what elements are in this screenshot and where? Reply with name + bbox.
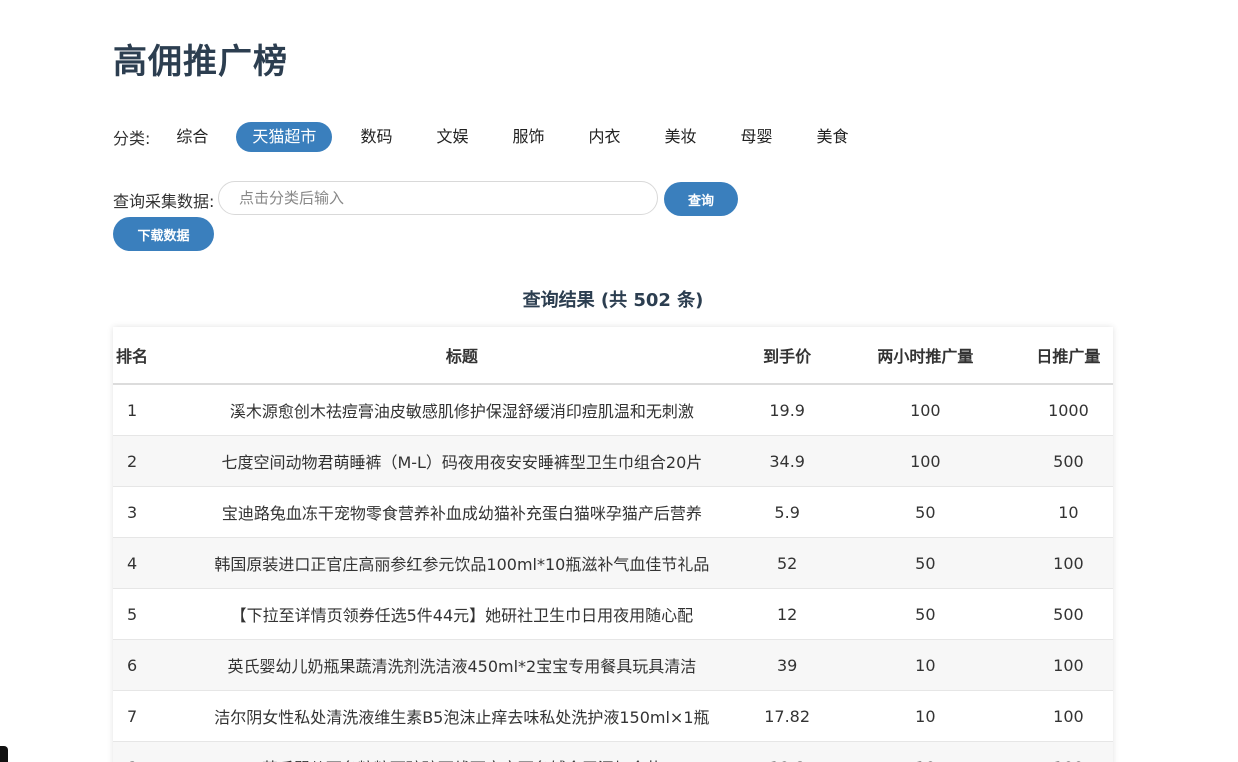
category-tab-baby[interactable]: 母婴 <box>725 122 789 152</box>
cell-two-hour: 50 <box>826 537 1024 589</box>
download-button[interactable]: 下载数据 <box>113 217 214 251</box>
cell-price: 5.9 <box>747 486 827 538</box>
header-rank: 排名 <box>113 327 177 385</box>
cell-title: 洁尔阴女性私处清洗液维生素B5泡沫止痒去味私处洗护液150ml×1瓶 <box>176 690 748 742</box>
cell-rank: 4 <box>113 537 177 589</box>
category-tab-beauty[interactable]: 美妆 <box>649 122 713 152</box>
cell-price: 34.9 <box>747 435 827 487</box>
page: 高佣推广榜 分类: 综合 天猫超市 数码 文娱 服饰 内衣 美妆 母婴 美食 查… <box>0 0 1238 762</box>
cell-rank: 6 <box>113 639 177 691</box>
cell-daily: 500 <box>1023 435 1113 487</box>
cell-daily: 500 <box>1023 588 1113 640</box>
category-tab-apparel[interactable]: 服饰 <box>496 122 560 152</box>
cell-rank: 1 <box>113 384 177 436</box>
cell-daily: 10 <box>1023 486 1113 538</box>
header-daily-promotions: 日推广量 <box>1023 327 1113 385</box>
header-title: 标题 <box>176 327 748 385</box>
query-button[interactable]: 查询 <box>664 182 738 216</box>
category-label: 分类: <box>113 129 151 148</box>
cell-rank: 5 <box>113 588 177 640</box>
results-table-container: 排名 标题 到手价 两小时推广量 日推广量 1 溪木源愈创木祛痘膏油皮敏感肌修护… <box>113 327 1113 762</box>
category-tab-food[interactable]: 美食 <box>801 122 865 152</box>
cell-daily: 100 <box>1023 741 1113 762</box>
category-tab-digital[interactable]: 数码 <box>344 122 408 152</box>
table-row: 8 英氏婴儿面条粒粒面碎碎面线面宝宝面条辅食无添加食盐 19.8 10 100 <box>113 741 1113 762</box>
category-tab-zonghe[interactable]: 综合 <box>160 122 224 152</box>
table-row: 2 七度空间动物君萌睡裤（M-L）码夜用夜安安睡裤型卫生巾组合20片 34.9 … <box>113 435 1113 487</box>
header-price: 到手价 <box>747 327 827 385</box>
cell-rank: 3 <box>113 486 177 538</box>
cell-price: 39 <box>747 639 827 691</box>
cell-title: 英氏婴儿面条粒粒面碎碎面线面宝宝面条辅食无添加食盐 <box>176 741 748 762</box>
cell-two-hour: 50 <box>826 588 1024 640</box>
header-two-hour-promotions: 两小时推广量 <box>826 327 1024 385</box>
cell-two-hour: 100 <box>826 384 1024 436</box>
cell-rank: 2 <box>113 435 177 487</box>
cell-two-hour: 50 <box>826 486 1024 538</box>
results-title: 查询结果 (共 502 条) <box>522 290 704 311</box>
category-tab-tmall-supermarket[interactable]: 天猫超市 <box>236 122 333 152</box>
category-filter: 分类: 综合 天猫超市 数码 文娱 服饰 内衣 美妆 母婴 美食 <box>113 122 877 152</box>
table-row: 5 【下拉至详情页领券任选5件44元】她研社卫生巾日用夜用随心配 12 50 5… <box>113 588 1113 640</box>
cell-two-hour: 10 <box>826 639 1024 691</box>
table-row: 1 溪木源愈创木祛痘膏油皮敏感肌修护保湿舒缓消印痘肌温和无刺激 19.9 100… <box>113 384 1113 436</box>
cell-price: 52 <box>747 537 827 589</box>
page-title: 高佣推广榜 <box>113 42 288 82</box>
cell-rank: 8 <box>113 741 177 762</box>
corner-overlay-tab <box>0 746 8 762</box>
cell-price: 19.8 <box>747 741 827 762</box>
category-tab-underwear[interactable]: 内衣 <box>572 122 636 152</box>
query-label: 查询采集数据: <box>113 192 215 211</box>
cell-two-hour: 100 <box>826 435 1024 487</box>
cell-title: 宝迪路兔血冻干宠物零食营养补血成幼猫补充蛋白猫咪孕猫产后营养 <box>176 486 748 538</box>
cell-daily: 100 <box>1023 639 1113 691</box>
cell-title: 溪木源愈创木祛痘膏油皮敏感肌修护保湿舒缓消印痘肌温和无刺激 <box>176 384 748 436</box>
cell-title: 七度空间动物君萌睡裤（M-L）码夜用夜安安睡裤型卫生巾组合20片 <box>176 435 748 487</box>
cell-two-hour: 10 <box>826 690 1024 742</box>
table-row: 7 洁尔阴女性私处清洗液维生素B5泡沫止痒去味私处洗护液150ml×1瓶 17.… <box>113 690 1113 742</box>
cell-price: 19.9 <box>747 384 827 436</box>
cell-title: 【下拉至详情页领券任选5件44元】她研社卫生巾日用夜用随心配 <box>176 588 748 640</box>
cell-daily: 100 <box>1023 537 1113 589</box>
cell-price: 17.82 <box>747 690 827 742</box>
cell-daily: 100 <box>1023 690 1113 742</box>
results-table: 排名 标题 到手价 两小时推广量 日推广量 1 溪木源愈创木祛痘膏油皮敏感肌修护… <box>113 327 1113 762</box>
table-row: 4 韩国原装进口正官庄高丽参红参元饮品100ml*10瓶滋补气血佳节礼品 52 … <box>113 537 1113 589</box>
cell-price: 12 <box>747 588 827 640</box>
table-header-row: 排名 标题 到手价 两小时推广量 日推广量 <box>113 327 1113 385</box>
cell-two-hour: 10 <box>826 741 1024 762</box>
table-row: 6 英氏婴幼儿奶瓶果蔬清洗剂洗洁液450ml*2宝宝专用餐具玩具清洁 39 10… <box>113 639 1113 691</box>
cell-daily: 1000 <box>1023 384 1113 436</box>
search-input[interactable] <box>218 181 658 215</box>
cell-title: 韩国原装进口正官庄高丽参红参元饮品100ml*10瓶滋补气血佳节礼品 <box>176 537 748 589</box>
table-row: 3 宝迪路兔血冻干宠物零食营养补血成幼猫补充蛋白猫咪孕猫产后营养 5.9 50 … <box>113 486 1113 538</box>
category-tab-entertainment[interactable]: 文娱 <box>420 122 484 152</box>
cell-title: 英氏婴幼儿奶瓶果蔬清洗剂洗洁液450ml*2宝宝专用餐具玩具清洁 <box>176 639 748 691</box>
cell-rank: 7 <box>113 690 177 742</box>
